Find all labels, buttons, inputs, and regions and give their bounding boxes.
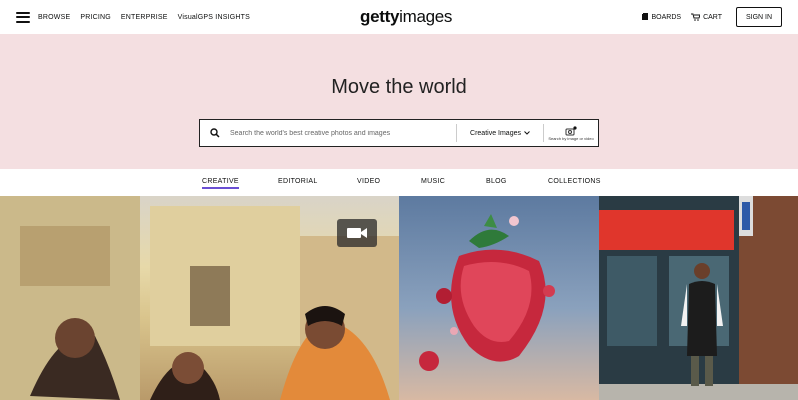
hero-banner: Move the world Creative Images Search by… bbox=[0, 34, 798, 169]
tab-creative[interactable]: CREATIVE bbox=[202, 178, 239, 189]
video-play-badge[interactable] bbox=[337, 219, 377, 247]
chevron-down-icon bbox=[524, 131, 530, 135]
cart-icon bbox=[691, 13, 701, 21]
account-nav: BOARDS CART SIGN IN bbox=[631, 7, 782, 27]
cart-label: CART bbox=[703, 13, 722, 21]
camera-search-icon bbox=[565, 125, 577, 135]
top-bar: BROWSE PRICING ENTERPRISE VisualGPS INSI… bbox=[0, 0, 798, 34]
nav-pricing[interactable]: PRICING bbox=[80, 14, 111, 21]
strawberry-splash-image[interactable] bbox=[399, 196, 599, 400]
gettyimages-logo[interactable]: gettyimages bbox=[360, 7, 452, 27]
hero-headline: Move the world bbox=[331, 76, 467, 98]
boards-label: BOARDS bbox=[651, 13, 682, 21]
tab-video[interactable]: VIDEO bbox=[357, 178, 380, 185]
boards-link[interactable]: BOARDS bbox=[641, 13, 682, 21]
content-type-dropdown[interactable]: Creative Images bbox=[457, 130, 543, 137]
boards-icon bbox=[641, 13, 648, 20]
man-standing-storefront-image bbox=[599, 196, 798, 400]
tab-collections[interactable]: COLLECTIONS bbox=[548, 178, 601, 185]
tab-music[interactable]: MUSIC bbox=[421, 178, 445, 185]
barber-shop-man-image[interactable] bbox=[599, 196, 798, 400]
logo-bold: getty bbox=[360, 7, 400, 26]
menu-icon[interactable] bbox=[16, 11, 30, 23]
search-by-image-button[interactable]: Search by image or video bbox=[544, 125, 598, 141]
video-camera-icon bbox=[347, 228, 367, 238]
nav-enterprise[interactable]: ENTERPRISE bbox=[121, 14, 168, 21]
exploding-strawberry-image bbox=[419, 214, 555, 371]
search-bar: Creative Images Search by image or video bbox=[199, 119, 599, 147]
sign-in-button[interactable]: SIGN IN bbox=[736, 7, 782, 27]
cart-link[interactable]: CART bbox=[691, 13, 722, 21]
tab-editorial[interactable]: EDITORIAL bbox=[278, 178, 318, 185]
nav-browse[interactable]: BROWSE bbox=[38, 14, 70, 21]
nav-visualgps-insights[interactable]: VisualGPS INSIGHTS bbox=[178, 14, 250, 21]
search-by-image-label: Search by image or video bbox=[548, 135, 594, 141]
search-input[interactable] bbox=[230, 129, 456, 137]
tab-blog[interactable]: BLOG bbox=[486, 178, 507, 185]
search-icon[interactable] bbox=[200, 128, 230, 138]
content-tabs: CREATIVE EDITORIAL VIDEO MUSIC BLOG COLL… bbox=[0, 169, 798, 196]
content-type-label: Creative Images bbox=[470, 129, 521, 137]
logo-light: images bbox=[399, 7, 453, 26]
